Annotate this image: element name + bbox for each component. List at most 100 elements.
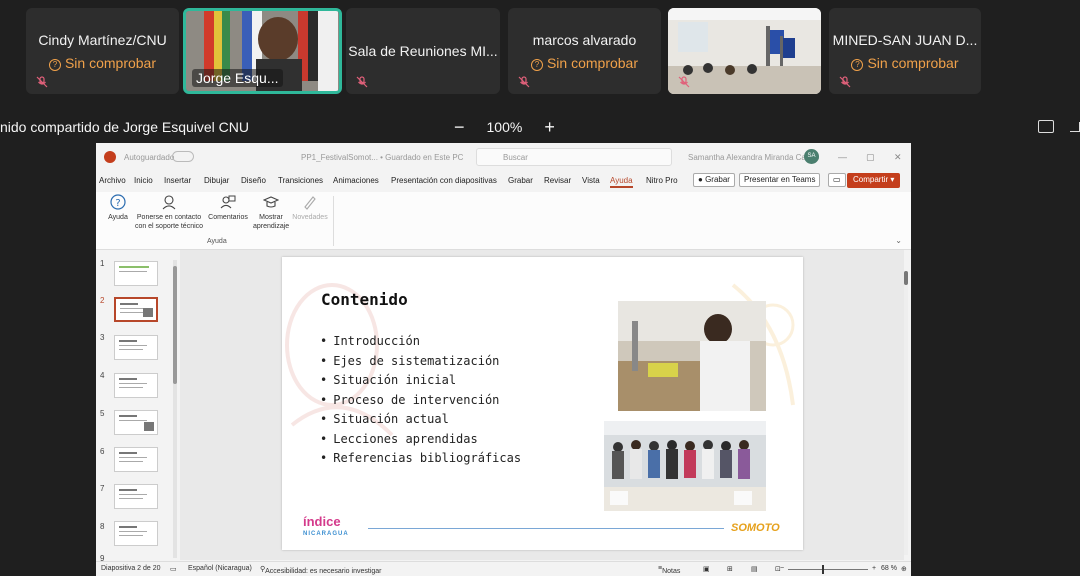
zoom-percent[interactable]: 68 % [881, 565, 897, 572]
list-item: Lecciones aprendidas [320, 432, 521, 452]
tab-grabar[interactable]: Grabar [508, 176, 533, 185]
thumbnail-slide[interactable] [114, 335, 158, 360]
tab-insertar[interactable]: Insertar [164, 176, 191, 185]
thumbnail-slide[interactable] [114, 410, 158, 435]
chevron-down-icon[interactable]: ⌄ [895, 236, 902, 245]
participant-name: MINED-SAN JUAN D... [832, 32, 978, 48]
thumbnail-slide-selected[interactable] [114, 297, 158, 322]
slide-scrollbar[interactable] [904, 271, 908, 555]
thumbnail-number: 7 [100, 484, 105, 493]
status-bar: Diapositiva 2 de 20 ▭ Español (Nicaragua… [96, 561, 911, 576]
thumbnail-number: 8 [100, 522, 105, 531]
tab-presentacion[interactable]: Presentación con diapositivas [391, 176, 497, 185]
tab-revisar[interactable]: Revisar [544, 176, 571, 185]
slide-sorter-icon[interactable]: ⊞ [727, 565, 733, 573]
list-item: Proceso de intervención [320, 393, 521, 413]
mic-muted-icon [839, 76, 851, 88]
participant-name: Sala de Reuniones MI... [348, 43, 498, 59]
thumbnail-scrollbar[interactable] [173, 260, 177, 558]
expand-icon[interactable] [1070, 122, 1080, 132]
list-item: Situación inicial [320, 373, 521, 393]
thumbnail-number: 4 [100, 371, 105, 380]
zoom-out-button[interactable]: − [454, 118, 465, 136]
zoom-in-button[interactable]: + [544, 118, 555, 136]
feedback-button[interactable]: Comentarios [206, 194, 250, 222]
slide[interactable]: Contenido Introducción Ejes de sistemati… [282, 257, 803, 550]
comments-icon[interactable]: ▭ [828, 173, 846, 187]
feedback-icon [220, 195, 236, 209]
accessibility-status[interactable]: ⚲ Accesibilidad: es necesario investigar [260, 565, 381, 575]
notes-button[interactable]: ≡ Notas [658, 565, 680, 575]
tab-transiciones[interactable]: Transiciones [278, 176, 323, 185]
thumbnail-slide[interactable] [114, 447, 158, 472]
slide-canvas: Contenido Introducción Ejes de sistemati… [180, 250, 904, 560]
thumbnail-slide[interactable] [114, 521, 158, 546]
participant-name: Jorge Esqu... [192, 69, 283, 87]
tab-animaciones[interactable]: Animaciones [333, 176, 379, 185]
tab-inicio[interactable]: Inicio [134, 176, 153, 185]
slide-counter: Diapositiva 2 de 20 [101, 565, 161, 572]
participant-name: marcos alvarado [532, 32, 637, 48]
somoto-logo: SOMOTO [731, 522, 780, 534]
tab-dibujar[interactable]: Dibujar [204, 176, 229, 185]
user-name: Samantha Alexandra Miranda Castro [688, 153, 820, 162]
maximize-icon[interactable]: ▢ [866, 152, 875, 163]
slide-title: Contenido [321, 290, 408, 309]
show-learning-button[interactable]: Mostrar aprendizaje [253, 194, 289, 231]
participant-tile-active[interactable]: Jorge Esqu... [183, 8, 342, 94]
participant-tile[interactable]: Cindy Martínez/CNU ? Sin comprobar [26, 8, 179, 94]
tab-vista[interactable]: Vista [582, 176, 600, 185]
help-button[interactable]: ? Ayuda [106, 194, 130, 222]
normal-view-icon[interactable]: ▣ [703, 565, 710, 573]
participant-tile[interactable]: Sala de Reuniones MI... [346, 8, 500, 94]
question-icon: ? [530, 59, 543, 71]
record-button[interactable]: ● Grabar [693, 173, 735, 187]
thumbnail-number: 5 [100, 409, 105, 418]
thumbnail-slide[interactable] [114, 484, 158, 509]
slide-photo-lab [618, 301, 766, 411]
language-status[interactable]: Español (Nicaragua) [188, 565, 252, 572]
file-name: PP1_FestivalSomot... • Guardado en Este … [301, 153, 464, 162]
ribbon-separator [333, 196, 334, 246]
zoom-level: 100% [486, 119, 523, 135]
spellcheck-icon[interactable]: ▭ [170, 565, 177, 573]
powerpoint-window: Autoguardado PP1_FestivalSomot... • Guar… [96, 143, 911, 576]
zoom-slider[interactable] [788, 565, 868, 574]
tab-archivo[interactable]: Archivo [99, 176, 126, 185]
thumbnail-number: 3 [100, 333, 105, 342]
support-button[interactable]: Ponerse en contacto con el soporte técni… [133, 194, 205, 231]
zoom-in-icon[interactable]: + [872, 565, 876, 572]
zoom-controls: − 100% + [454, 118, 555, 136]
ribbon: ? Ayuda Ponerse en contacto con el sopor… [96, 192, 911, 250]
share-button[interactable]: Compartir ▾ [847, 173, 901, 188]
tab-ayuda[interactable]: Ayuda [610, 176, 633, 188]
tab-diseno[interactable]: Diseño [241, 176, 266, 185]
participant-tile[interactable]: MINED-SAN JUAN D... ? Sin comprobar [829, 8, 981, 94]
thumbnail-slide[interactable] [114, 373, 158, 398]
support-icon [162, 195, 176, 210]
participant-status: ? Sin comprobar [508, 55, 661, 71]
close-icon[interactable]: ✕ [894, 152, 902, 163]
zoom-out-icon[interactable]: − [780, 565, 784, 572]
whats-new-button[interactable]: Novedades [292, 194, 328, 222]
list-item: Referencias bibliográficas [320, 451, 521, 471]
reading-view-icon[interactable]: ▤ [751, 565, 758, 573]
popout-icon[interactable] [1038, 120, 1054, 133]
autosave-toggle[interactable] [172, 151, 194, 162]
learning-icon [263, 196, 279, 208]
tab-nitro-pro[interactable]: Nitro Pro [646, 176, 678, 185]
thumbnail-slide[interactable] [114, 261, 158, 286]
participant-tile[interactable] [668, 8, 821, 94]
participant-tile[interactable]: marcos alvarado ? Sin comprobar [508, 8, 661, 94]
minimize-icon[interactable]: — [838, 152, 847, 162]
avatar[interactable]: SA [804, 149, 819, 164]
search-input[interactable]: Buscar [476, 148, 672, 166]
present-in-teams-button[interactable]: Presentar en Teams [739, 173, 821, 187]
thumbnail-number: 2 [100, 296, 105, 305]
fit-slide-icon[interactable]: ⊕ [901, 565, 907, 573]
share-title: nido compartido de Jorge Esquivel CNU [0, 119, 250, 135]
help-icon: ? [110, 194, 126, 210]
list-item: Introducción [320, 334, 521, 354]
indice-logo: índice NICARAGUA [303, 514, 349, 537]
svg-text:?: ? [115, 198, 120, 209]
